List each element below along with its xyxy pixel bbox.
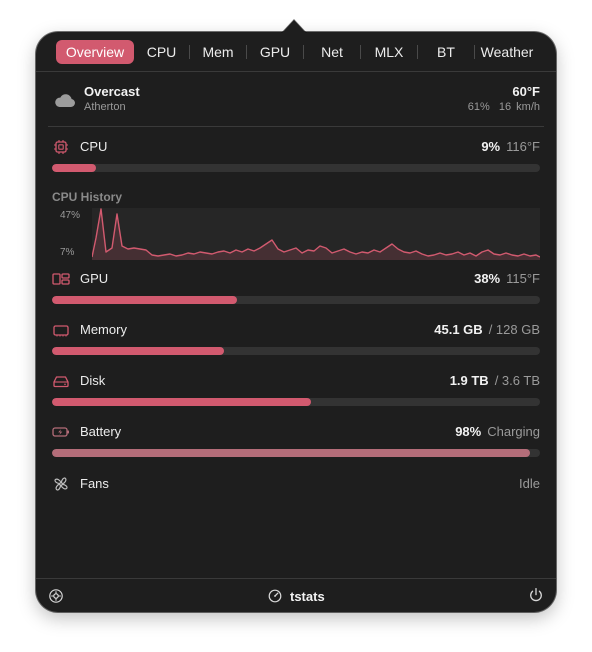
cpu-usage-fill <box>52 164 96 172</box>
disk-icon <box>53 376 69 388</box>
weather-details: 61% 16 km/h <box>468 101 540 113</box>
disk-label: Disk <box>80 373 106 388</box>
weather-condition: Overcast <box>84 84 140 99</box>
disk-usage-fill <box>52 398 311 406</box>
battery-row[interactable]: Battery 98% Charging <box>52 423 540 441</box>
battery-charging-icon <box>52 427 69 437</box>
disk-values: 1.9 TB / 3.6 TB <box>450 373 540 388</box>
gpu-values: 38% 115°F <box>474 271 540 286</box>
tab-mlx[interactable]: MLX <box>361 40 417 64</box>
tab-bt[interactable]: BT <box>418 40 474 64</box>
cpu-temperature: 116°F <box>506 139 540 154</box>
disk-usage-bar <box>52 398 540 406</box>
memory-used: 45.1 GB <box>434 322 483 337</box>
battery-level-fill <box>52 449 531 457</box>
fans-status: Idle <box>519 476 540 491</box>
weather-humidity: 61% <box>467 101 490 113</box>
fans-row[interactable]: Fans Idle <box>52 475 540 493</box>
battery-status: Charging <box>487 424 540 439</box>
battery-values: 98% Charging <box>455 424 540 439</box>
weather-divider <box>48 126 544 127</box>
weather-location: Atherton <box>84 101 126 113</box>
cpu-usage: 9% <box>481 139 501 154</box>
gpu-usage: 38% <box>474 271 501 286</box>
memory-label: Memory <box>80 322 127 337</box>
cpu-chip-icon <box>54 140 68 154</box>
disk-used: 1.9 TB <box>449 373 489 388</box>
cpu-row[interactable]: CPU 9% 116°F <box>52 138 540 156</box>
gpu-usage-fill <box>52 296 238 304</box>
cloud-icon <box>55 94 75 107</box>
memory-usage-bar <box>52 347 540 355</box>
gpu-usage-bar <box>52 296 540 304</box>
battery-level: 98% <box>455 424 482 439</box>
memory-usage-fill <box>52 347 224 355</box>
cpu-label: CPU <box>80 139 108 154</box>
gpu-label: GPU <box>80 271 109 286</box>
tab-weather[interactable]: Weather <box>475 40 539 64</box>
fans-label: Fans <box>80 476 109 491</box>
fan-icon <box>54 477 68 491</box>
settings-icon[interactable] <box>48 588 64 604</box>
tab-net[interactable]: Net <box>304 40 360 64</box>
weather-summary[interactable]: Overcast Atherton 60°F 61% 16 km/h <box>52 84 540 118</box>
battery-level-bar <box>52 449 540 457</box>
disk-row[interactable]: Disk 1.9 TB / 3.6 TB <box>52 372 540 390</box>
stats-popover: Overview CPU Mem GPU Net MLX BT Weather … <box>36 32 556 612</box>
gpu-icon <box>52 273 70 285</box>
tab-mem[interactable]: Mem <box>190 40 246 64</box>
cpu-history-min: 7% <box>60 247 75 258</box>
cpu-values: 9% 116°F <box>481 139 540 154</box>
memory-values: 45.1 GB / 128 GB <box>434 322 540 337</box>
weather-temperature: 60°F <box>512 84 540 99</box>
footer-divider <box>36 578 556 579</box>
power-icon[interactable] <box>528 587 544 603</box>
tab-overview[interactable]: Overview <box>56 40 134 64</box>
battery-label: Battery <box>80 424 122 439</box>
weather-wind: 16 km/h <box>498 101 540 113</box>
tab-cpu[interactable]: CPU <box>134 40 189 64</box>
disk-total: / 3.6 TB <box>494 373 540 388</box>
fans-values: Idle <box>519 476 540 491</box>
tab-gpu[interactable]: GPU <box>247 40 303 64</box>
gauge-icon <box>268 589 282 603</box>
app-brand: tstats <box>268 588 325 604</box>
gpu-row[interactable]: GPU 38% 115°F <box>52 270 540 288</box>
tab-bar-divider <box>36 71 556 72</box>
gpu-temperature: 115°F <box>506 271 540 286</box>
memory-icon <box>53 325 69 337</box>
memory-total: / 128 GB <box>488 322 540 337</box>
popover-arrow <box>282 20 306 33</box>
cpu-history-max: 47% <box>60 210 81 221</box>
app-name: tstats <box>290 588 325 604</box>
memory-row[interactable]: Memory 45.1 GB / 128 GB <box>52 321 540 339</box>
cpu-usage-bar <box>52 164 540 172</box>
tab-bar: Overview CPU Mem GPU Net MLX BT Weather <box>56 40 541 64</box>
cpu-history-title: CPU History <box>52 190 123 204</box>
cpu-history-chart <box>92 208 540 260</box>
